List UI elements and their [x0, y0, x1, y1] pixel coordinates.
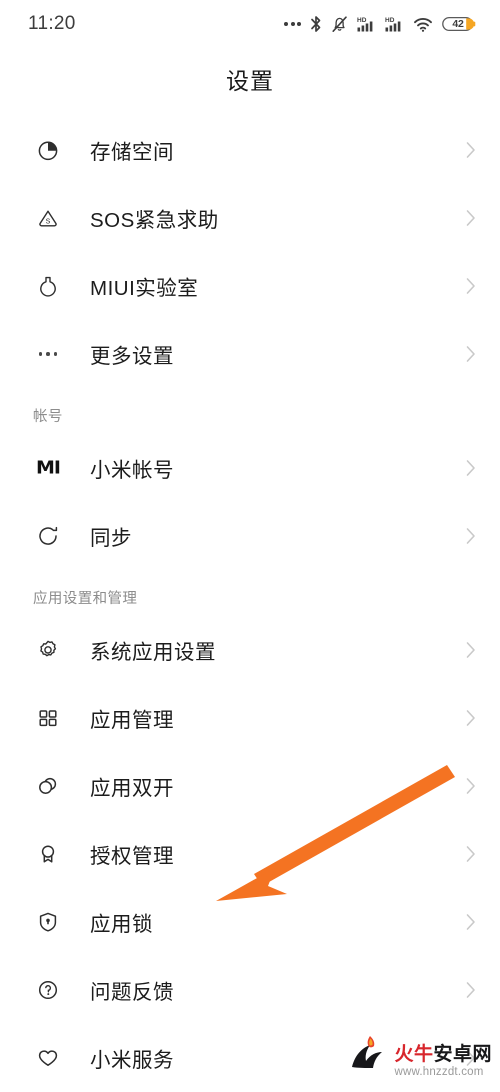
- dual-circles-icon: [28, 773, 68, 799]
- chevron-right-icon: [464, 980, 478, 1000]
- watermark-title-black: 安卓网: [433, 1043, 492, 1065]
- list-item-label: 应用锁: [90, 913, 153, 936]
- status-icon-group: HD HD 42: [284, 15, 476, 33]
- list-item-app-lock[interactable]: 应用锁: [0, 888, 500, 956]
- svg-text:HD: HD: [385, 17, 395, 24]
- chevron-right-icon: [464, 640, 478, 660]
- list-item-label: MIUI实验室: [90, 277, 199, 300]
- chevron-right-icon: [464, 344, 478, 364]
- more-dots-icon: [284, 22, 301, 26]
- list-item-app-management[interactable]: 应用管理: [0, 684, 500, 752]
- list-item-label: 同步: [90, 527, 132, 550]
- list-item-label: 存储空间: [90, 141, 174, 164]
- shield-lock-icon: [28, 909, 68, 935]
- medal-icon: [28, 841, 68, 867]
- list-item-authorization[interactable]: 授权管理: [0, 820, 500, 888]
- list-item-sync[interactable]: 同步: [0, 502, 500, 570]
- list-item-label: 问题反馈: [90, 981, 174, 1004]
- list-item-more-settings[interactable]: 更多设置: [0, 320, 500, 388]
- status-time: 11:20: [28, 13, 76, 34]
- hd-signal-icon: HD: [385, 15, 404, 33]
- svg-text:HD: HD: [357, 17, 367, 24]
- list-item-label: 授权管理: [90, 845, 174, 868]
- storage-pie-icon: [28, 137, 68, 163]
- sos-triangle-icon: S: [28, 205, 68, 231]
- bull-logo-icon: [346, 1031, 390, 1078]
- battery-icon: 42: [442, 15, 476, 33]
- list-item-miui-lab[interactable]: MIUI实验室: [0, 252, 500, 320]
- watermark: 火牛安卓网 www.hnzzdt.com: [346, 1031, 492, 1078]
- mute-bell-icon: [331, 15, 348, 33]
- section-header-app-management: 应用设置和管理: [33, 591, 138, 607]
- page-title: 设置: [226, 68, 274, 94]
- watermark-title: 火牛安卓网: [394, 1045, 492, 1064]
- list-item-label: 更多设置: [90, 345, 174, 368]
- list-item-sos[interactable]: S SOS紧急求助: [0, 184, 500, 252]
- list-item-label: SOS紧急求助: [90, 209, 219, 232]
- chevron-right-icon: [464, 912, 478, 932]
- heart-icon: [28, 1045, 68, 1071]
- chevron-right-icon: [464, 276, 478, 296]
- gear-icon: [28, 637, 68, 663]
- list-item-label: 小米帐号: [90, 459, 174, 482]
- flask-icon: [28, 273, 68, 299]
- list-item-dual-apps[interactable]: 应用双开: [0, 752, 500, 820]
- settings-list: 存储空间 S SOS紧急求助 MIUI实验室 更多设置 帐号 MI 小米帐号 同…: [0, 116, 500, 1092]
- wifi-icon: [413, 15, 433, 33]
- bluetooth-icon: [310, 15, 322, 33]
- list-item-system-app-settings[interactable]: 系统应用设置: [0, 616, 500, 684]
- more-ellipsis-icon: [28, 352, 68, 356]
- watermark-title-red: 火牛: [394, 1043, 434, 1065]
- chevron-right-icon: [464, 208, 478, 228]
- list-item-label: 系统应用设置: [90, 641, 216, 664]
- chevron-right-icon: [464, 708, 478, 728]
- chevron-right-icon: [464, 458, 478, 478]
- list-item-mi-account[interactable]: MI 小米帐号: [0, 434, 500, 502]
- list-item-storage[interactable]: 存储空间: [0, 116, 500, 184]
- chevron-right-icon: [464, 844, 478, 864]
- chevron-right-icon: [464, 776, 478, 796]
- list-item-label: 应用管理: [90, 709, 174, 732]
- section-header-account: 帐号: [33, 409, 63, 425]
- battery-percent-label: 42: [452, 18, 464, 30]
- chevron-right-icon: [464, 140, 478, 160]
- watermark-url: www.hnzzdt.com: [394, 1065, 484, 1078]
- hd-signal-icon: HD: [357, 15, 376, 33]
- mi-logo-icon: MI: [36, 457, 61, 479]
- question-circle-icon: [28, 977, 68, 1003]
- grid-apps-icon: [28, 705, 68, 731]
- chevron-right-icon: [464, 526, 478, 546]
- svg-text:S: S: [46, 219, 51, 226]
- list-item-label: 应用双开: [90, 777, 174, 800]
- list-item-feedback[interactable]: 问题反馈: [0, 956, 500, 1024]
- status-bar: 11:20 HD HD 42: [0, 0, 500, 48]
- sync-icon: [28, 523, 68, 549]
